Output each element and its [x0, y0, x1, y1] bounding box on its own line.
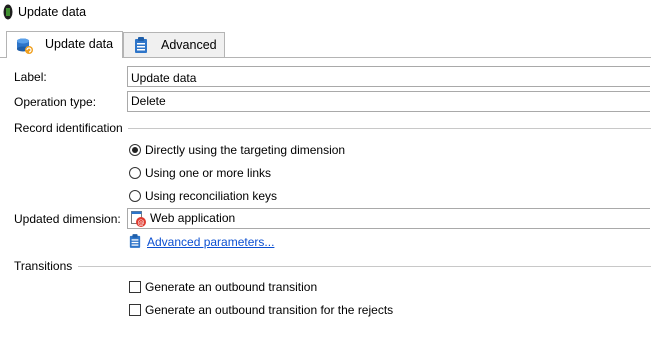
operation-type-value: Delete	[131, 94, 166, 108]
title-bar: Update data	[0, 0, 651, 24]
radio-links-label: Using one or more links	[145, 166, 272, 180]
record-identification-divider	[128, 128, 651, 129]
svg-text:@: @	[138, 219, 145, 227]
clipboard-icon	[135, 37, 147, 53]
tab-update-data-label: Update data	[45, 37, 114, 51]
tab-advanced-label: Advanced	[161, 38, 217, 52]
radio-direct-targeting-label: Directly using the targeting dimension	[145, 143, 346, 157]
advanced-parameters-link[interactable]: Advanced parameters...	[147, 234, 274, 250]
label-input[interactable]	[127, 66, 650, 87]
transitions-divider	[78, 266, 651, 267]
radio-reconciliation-keys-label: Using reconciliation keys	[145, 189, 278, 203]
database-update-icon	[17, 38, 33, 54]
tab-advanced[interactable]: Advanced	[123, 32, 225, 57]
checkbox-outbound-rejects-label: Generate an outbound transition for the …	[145, 303, 394, 317]
app-icon	[3, 4, 13, 20]
updated-dimension-value: Web application	[150, 211, 236, 225]
checkbox-outbound-transition[interactable]: Generate an outbound transition	[128, 279, 528, 295]
operation-type-caption: Operation type:	[14, 95, 97, 109]
radio-direct-targeting[interactable]: Directly using the targeting dimension	[128, 142, 528, 158]
checkbox-outbound-transition-label: Generate an outbound transition	[145, 280, 318, 294]
tab-update-data[interactable]: Update data	[6, 31, 123, 58]
web-application-icon: @	[131, 211, 146, 227]
radio-button[interactable]	[129, 190, 141, 202]
window-title: Update data	[18, 5, 87, 19]
checkbox-outbound-rejects[interactable]: Generate an outbound transition for the …	[128, 302, 528, 318]
label-caption: Label:	[14, 70, 47, 84]
record-identification-title: Record identification	[14, 121, 123, 135]
transitions-title: Transitions	[14, 259, 73, 273]
radio-links[interactable]: Using one or more links	[128, 165, 528, 181]
clipboard-icon	[129, 234, 141, 248]
radio-button-selected[interactable]	[129, 144, 141, 156]
checkbox[interactable]	[129, 281, 141, 293]
updated-dimension-field[interactable]: @ Web application	[127, 208, 650, 229]
operation-type-select[interactable]: Delete	[127, 91, 650, 112]
radio-button[interactable]	[129, 167, 141, 179]
checkbox[interactable]	[129, 304, 141, 316]
radio-reconciliation-keys[interactable]: Using reconciliation keys	[128, 188, 528, 204]
updated-dimension-caption: Updated dimension:	[14, 212, 121, 226]
